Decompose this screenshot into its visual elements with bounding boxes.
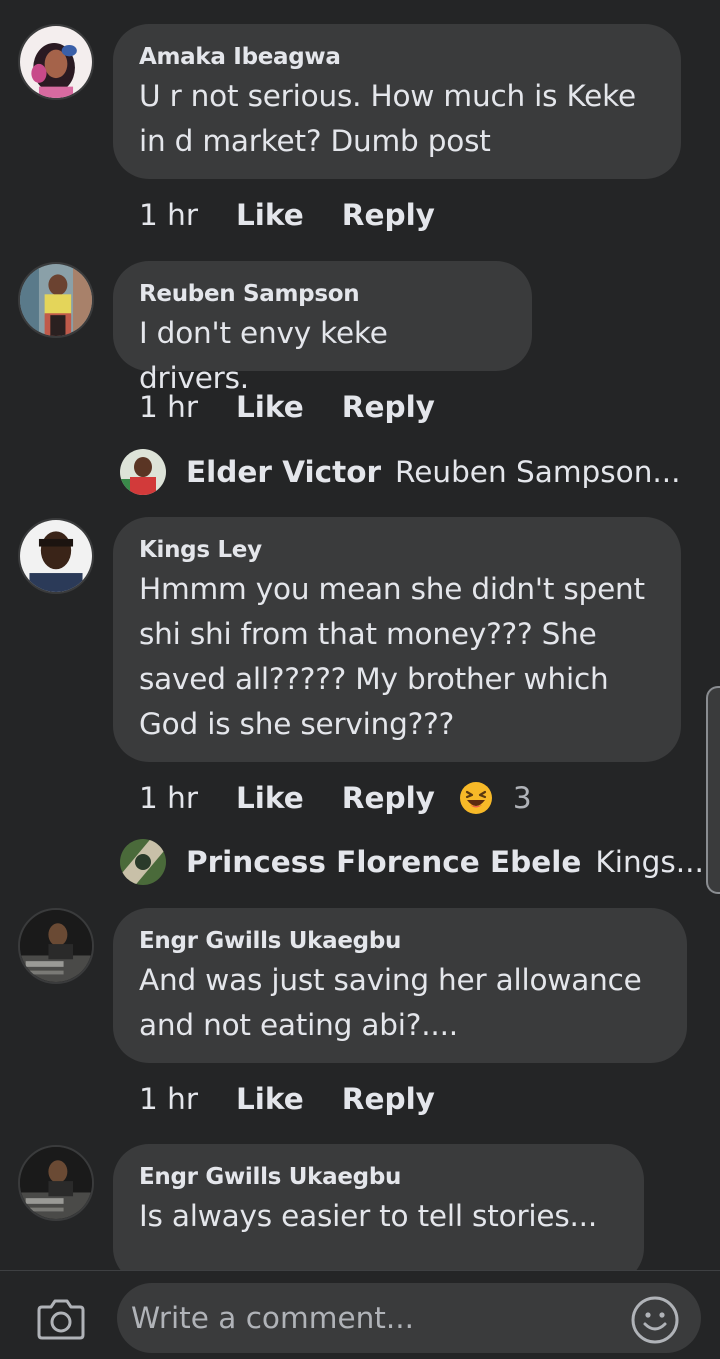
comment-actions: 1 hr Like Reply 3 (139, 778, 532, 818)
like-button[interactable]: Like (236, 781, 304, 815)
comment-author[interactable]: Reuben Sampson (139, 279, 506, 309)
comment-timestamp[interactable]: 1 hr (139, 1082, 198, 1116)
comment-bubble: Engr Gwills Ukaegbu Is always easier to … (113, 1144, 644, 1284)
comment-author[interactable]: Amaka Ibeagwa (139, 42, 655, 72)
comment-bubble: Reuben Sampson I don't envy keke drivers… (113, 261, 532, 395)
reaction-count: 3 (512, 781, 532, 815)
comment-timestamp[interactable]: 1 hr (139, 781, 198, 815)
comment-actions: 1 hr Like Reply (139, 387, 435, 427)
comment-timestamp[interactable]: 1 hr (139, 198, 198, 232)
reply-preview[interactable]: Elder Victor Reuben Sampson... (120, 448, 681, 496)
haha-emoji-icon (459, 782, 492, 814)
like-button[interactable]: Like (236, 390, 304, 424)
avatar (120, 839, 166, 885)
comment-text: And was just saving her allowance and no… (139, 963, 642, 1042)
comment-text: Is always easier to tell stories... (139, 1199, 598, 1233)
comment-bubble: Engr Gwills Ukaegbu And was just saving … (113, 908, 687, 1063)
comment-author[interactable]: Engr Gwills Ukaegbu (139, 1162, 618, 1192)
avatar[interactable] (18, 262, 94, 338)
comment-author[interactable]: Engr Gwills Ukaegbu (139, 926, 661, 956)
reply-preview[interactable]: Princess Florence Ebele Kings... (120, 838, 704, 886)
avatar[interactable] (18, 908, 94, 984)
like-button[interactable]: Like (236, 198, 304, 232)
reply-button[interactable]: Reply (342, 390, 435, 424)
reply-text: Kings... (595, 845, 704, 879)
avatar[interactable] (18, 1145, 94, 1221)
smiley-icon[interactable] (630, 1295, 680, 1345)
scrollbar-thumb[interactable] (706, 686, 720, 894)
comment-timestamp[interactable]: 1 hr (139, 390, 198, 424)
reply-button[interactable]: Reply (342, 781, 435, 815)
comment-text: Hmmm you mean she didn't spent shi shi f… (139, 572, 645, 741)
comment-author[interactable]: Kings Ley (139, 535, 655, 565)
reply-author[interactable]: Princess Florence Ebele (186, 845, 581, 879)
reply-author[interactable]: Elder Victor (186, 455, 381, 489)
comment-actions: 1 hr Like Reply (139, 1079, 435, 1119)
camera-icon[interactable] (36, 1297, 86, 1341)
reply-text: Reuben Sampson... (395, 455, 681, 489)
comment-text: U r not serious. How much is Keke in d m… (139, 79, 636, 158)
avatar (120, 449, 166, 495)
like-button[interactable]: Like (236, 1082, 304, 1116)
avatar[interactable] (18, 518, 94, 594)
comment-bubble: Amaka Ibeagwa U r not serious. How much … (113, 24, 681, 179)
reply-button[interactable]: Reply (342, 198, 435, 232)
comment-bubble: Kings Ley Hmmm you mean she didn't spent… (113, 517, 681, 762)
comment-actions: 1 hr Like Reply (139, 195, 435, 235)
reply-button[interactable]: Reply (342, 1082, 435, 1116)
avatar[interactable] (18, 24, 94, 100)
reaction-summary[interactable]: 3 (459, 781, 532, 815)
comment-composer (0, 1270, 720, 1359)
comment-input[interactable] (117, 1283, 701, 1353)
